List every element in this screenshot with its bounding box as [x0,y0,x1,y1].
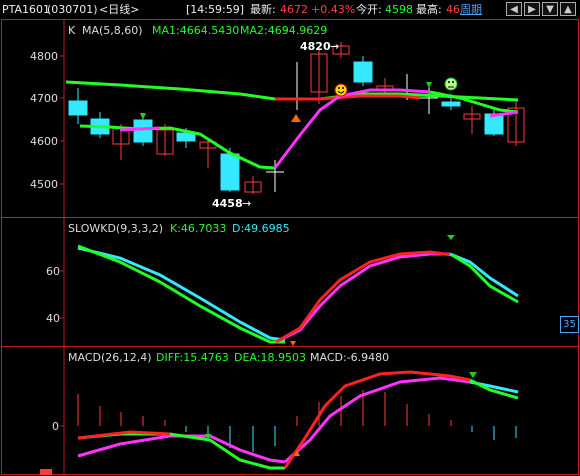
candle [68,100,88,116]
ma2-readout: MA2:4694.9629 [240,24,327,37]
kd-tick: 40 [46,312,60,325]
sell-arrow-icon [426,82,432,88]
macd-diff-line [77,432,285,470]
macd-title: MACD(26,12,4) [68,351,152,364]
price-tick: 4600 [30,135,58,148]
macd-sell-arrow-icon [469,372,477,378]
candle [353,61,373,83]
macd-value-readout: MACD:-6.9480 [310,351,389,364]
candle [484,113,504,135]
candle [441,101,461,107]
ma-label: MA(5,8,60) [82,24,143,37]
kd-d-readout: D:49.6985 [232,222,290,235]
ma8-line-segment [119,126,161,132]
price-tick: 4500 [30,178,58,191]
chart-canvas: K MA(5,8,60) MA1:4664.5430 MA2:4694.9629… [1,19,579,475]
high-marker: 4820 [300,40,331,53]
zoom-badge[interactable]: 35 [560,316,579,333]
kd-title: SLOWKD(9,3,3,2) [68,222,163,235]
macd-dea-readout: DEA:18.9503 [234,351,306,364]
candle [133,119,153,143]
macd-dea-line [77,434,286,464]
price-tick: 4800 [30,50,58,63]
scroll-marker [40,469,52,475]
price-axis: 4800 4700 4600 4500 [30,50,64,191]
macd-tick: 0 [52,420,59,433]
macd-histogram [77,390,517,452]
kd-tick: 60 [46,265,60,278]
low-arrow-icon: → [242,197,251,210]
buy-arrow-icon [291,114,301,122]
kd-buy-arrow-icon [290,341,296,346]
ma5-line-up [273,88,431,169]
kd-k-line-tail [451,253,519,304]
smiley-icon [334,83,348,97]
ma1-readout: MA1:4664.5430 [152,24,239,37]
outer-frame [1,19,579,475]
kd-k-line [77,244,285,344]
sell-arrow-icon [140,113,146,120]
high-arrow-icon: → [330,40,339,53]
kd-sell-arrow-icon [447,235,455,240]
low-marker: 4458 [212,197,243,210]
macd-diff-readout: DIFF:15.4763 [156,351,229,364]
candle [176,132,196,142]
kd-d-line-up [279,252,450,342]
price-tick: 4700 [30,92,58,105]
k-label: K [68,24,76,37]
macd-dea-line-up [284,376,471,464]
candle [220,153,240,191]
macd-diff-line-up [283,370,471,469]
neutral-face-icon [444,77,458,91]
kd-k-readout: K:46.7033 [170,222,226,235]
